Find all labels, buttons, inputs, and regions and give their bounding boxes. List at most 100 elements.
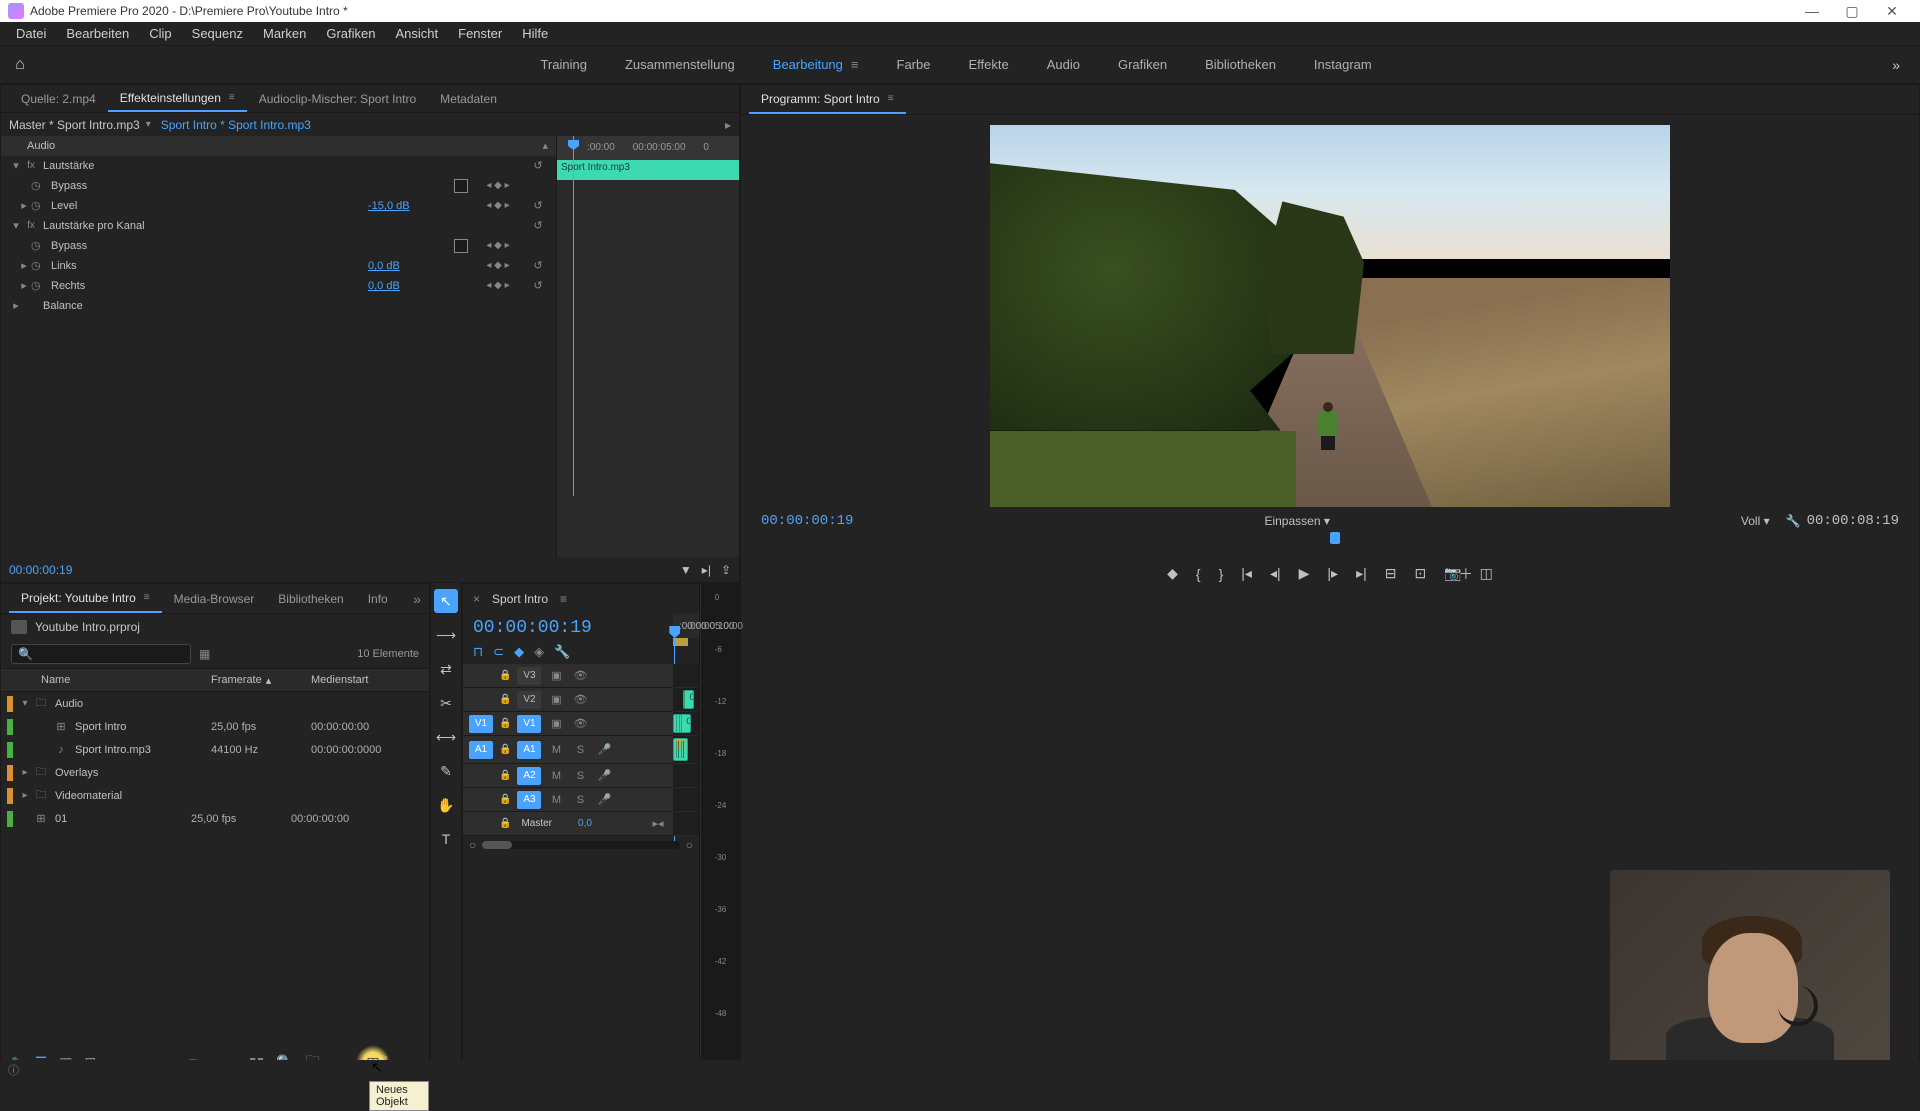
expand-icon[interactable]: ▸◂	[649, 817, 667, 830]
stopwatch-icon[interactable]: ◷	[31, 199, 47, 212]
expand-toggle[interactable]: ▸	[17, 279, 31, 292]
ws-bibliotheken[interactable]: Bibliotheken	[1201, 49, 1280, 80]
track-header-a3[interactable]: 🔒A3MS🎤	[463, 788, 673, 812]
settings-icon[interactable]: ◈	[534, 644, 544, 660]
extract-button[interactable]: ⊡	[1414, 565, 1426, 582]
go-to-out-button[interactable]: ▸|	[1356, 565, 1367, 582]
label-chip[interactable]	[7, 719, 13, 735]
wrench-icon[interactable]: 🔧	[1786, 514, 1801, 528]
timeline-clip[interactable]	[673, 738, 688, 761]
tab-programm[interactable]: Programm: Sport Intro≡	[749, 85, 906, 114]
expand-toggle[interactable]: ▸	[9, 299, 23, 312]
tabs-overflow-button[interactable]: »	[413, 591, 421, 607]
keyframe-nav[interactable]: ◂ ◆ ▸	[468, 200, 528, 211]
play-only-icon[interactable]: ▸|	[702, 563, 711, 577]
mute-icon[interactable]: M	[547, 770, 565, 782]
menu-ansicht[interactable]: Ansicht	[385, 26, 448, 41]
project-item[interactable]: ⊞0125,00 fps00:00:00:00	[1, 807, 429, 830]
bypass-checkbox[interactable]	[454, 239, 468, 253]
workspace-overflow-button[interactable]: »	[1872, 57, 1920, 73]
pen-tool[interactable]: ✎	[434, 759, 458, 783]
home-button[interactable]: ⌂	[0, 56, 40, 74]
reset-icon[interactable]: ↺	[528, 219, 548, 232]
level-value[interactable]: -15,0 dB	[368, 200, 468, 212]
hand-tool[interactable]: ✋	[434, 793, 458, 817]
minimize-button[interactable]: —	[1792, 3, 1832, 19]
menu-clip[interactable]: Clip	[139, 26, 181, 41]
reset-icon[interactable]: ↺	[528, 259, 548, 272]
voice-icon[interactable]: 🎤	[595, 769, 613, 782]
toggle-output-icon[interactable]: ▣	[547, 693, 565, 706]
project-item[interactable]: ⊞Sport Intro25,00 fps00:00:00:00	[1, 715, 429, 738]
mute-icon[interactable]: M	[547, 794, 565, 806]
zoom-out-icon[interactable]: ○	[469, 838, 476, 852]
track-header-v1[interactable]: V1🔒V1▣👁	[463, 712, 673, 736]
menu-grafiken[interactable]: Grafiken	[316, 26, 385, 41]
keyframe-nav[interactable]: ◂ ◆ ▸	[468, 280, 528, 291]
label-chip[interactable]	[7, 765, 13, 781]
project-item-list[interactable]: ▾🗀Audio⊞Sport Intro25,00 fps00:00:00:00♪…	[1, 692, 429, 1045]
fx-icon[interactable]: fx	[23, 160, 39, 171]
linked-selection-icon[interactable]: ⊂	[493, 644, 504, 660]
tab-project[interactable]: Projekt: Youtube Intro≡	[9, 584, 162, 613]
bin-filter-icon[interactable]: ▦	[199, 647, 210, 661]
ec-clip-bar[interactable]: Sport Intro.mp3	[557, 160, 739, 180]
button-editor-button[interactable]: ＋	[1459, 564, 1473, 584]
ec-timecode[interactable]: 00:00:00:19	[9, 563, 72, 577]
ec-playhead[interactable]	[573, 136, 574, 496]
comparison-view-button[interactable]: ◫	[1480, 565, 1493, 582]
lock-icon[interactable]: 🔒	[499, 744, 511, 755]
voice-icon[interactable]: 🎤	[595, 793, 613, 806]
col-medienstart[interactable]: Medienstart	[311, 674, 411, 686]
timeline-clip[interactable]: 04	[681, 714, 691, 733]
project-item[interactable]: ▸🗀Overlays	[1, 761, 429, 784]
zoom-in-icon[interactable]: ○	[686, 838, 693, 852]
ws-effekte[interactable]: Effekte	[964, 49, 1012, 80]
project-item[interactable]: ▾🗀Audio	[1, 692, 429, 715]
expand-up-icon[interactable]: ▴	[542, 139, 548, 152]
project-column-headers[interactable]: Name Framerate▴ Medienstart	[1, 668, 429, 692]
reset-icon[interactable]: ↺	[528, 199, 548, 212]
expand-toggle[interactable]: ▸	[17, 199, 31, 212]
wrench-icon[interactable]: 🔧	[554, 644, 570, 660]
project-search-input[interactable]: 🔍	[11, 644, 191, 664]
snap-icon[interactable]: ⊓	[473, 644, 483, 660]
tab-effekteinstellungen[interactable]: Effekteinstellungen≡	[108, 85, 247, 112]
project-item[interactable]: ♪Sport Intro.mp344100 Hz00:00:00:0000	[1, 738, 429, 761]
solo-icon[interactable]: S	[571, 770, 589, 782]
label-chip[interactable]	[7, 696, 13, 712]
reset-icon[interactable]: ↺	[528, 159, 548, 172]
menu-hilfe[interactable]: Hilfe	[512, 26, 558, 41]
mark-in-button[interactable]: {	[1196, 566, 1201, 582]
go-to-in-button[interactable]: |◂	[1241, 565, 1252, 582]
expand-toggle[interactable]: ▸	[19, 790, 31, 801]
lock-icon[interactable]: 🔒	[499, 718, 511, 729]
selection-tool[interactable]: ↖	[434, 589, 458, 613]
tab-audioclip-mischer[interactable]: Audioclip-Mischer: Sport Intro	[247, 85, 428, 112]
slip-tool[interactable]: ⟷	[434, 725, 458, 749]
eye-icon[interactable]: 👁	[571, 669, 589, 682]
play-icon[interactable]: ▸	[725, 118, 731, 132]
keyframe-nav[interactable]: ◂ ◆ ▸	[468, 180, 528, 191]
track-select-tool[interactable]: ⟶	[434, 623, 458, 647]
program-scrub-bar[interactable]	[1310, 535, 1350, 555]
menu-fenster[interactable]: Fenster	[448, 26, 512, 41]
ws-instagram[interactable]: Instagram	[1310, 49, 1376, 80]
info-icon[interactable]: ⓘ	[8, 1062, 19, 1078]
lock-icon[interactable]: 🔒	[499, 670, 511, 681]
scrub-playhead[interactable]	[1330, 532, 1340, 544]
expand-toggle[interactable]: ▸	[17, 259, 31, 272]
tab-quelle[interactable]: Quelle: 2.mp4	[9, 85, 108, 112]
track-lanes[interactable]: 05 01020304	[673, 664, 699, 836]
expand-toggle[interactable]: ▾	[9, 159, 23, 172]
lock-icon[interactable]: 🔒	[499, 818, 511, 829]
play-button[interactable]: ▶	[1299, 565, 1310, 582]
ws-farbe[interactable]: Farbe	[893, 49, 935, 80]
stopwatch-icon[interactable]: ◷	[31, 279, 47, 292]
label-chip[interactable]	[7, 811, 13, 827]
col-name[interactable]: Name	[1, 674, 211, 686]
stopwatch-icon[interactable]: ◷	[31, 179, 47, 192]
track-header-master[interactable]: 🔒Master0,0▸◂	[463, 812, 673, 836]
hamburger-icon[interactable]: ≡	[851, 57, 859, 72]
stopwatch-icon[interactable]: ◷	[31, 259, 47, 272]
